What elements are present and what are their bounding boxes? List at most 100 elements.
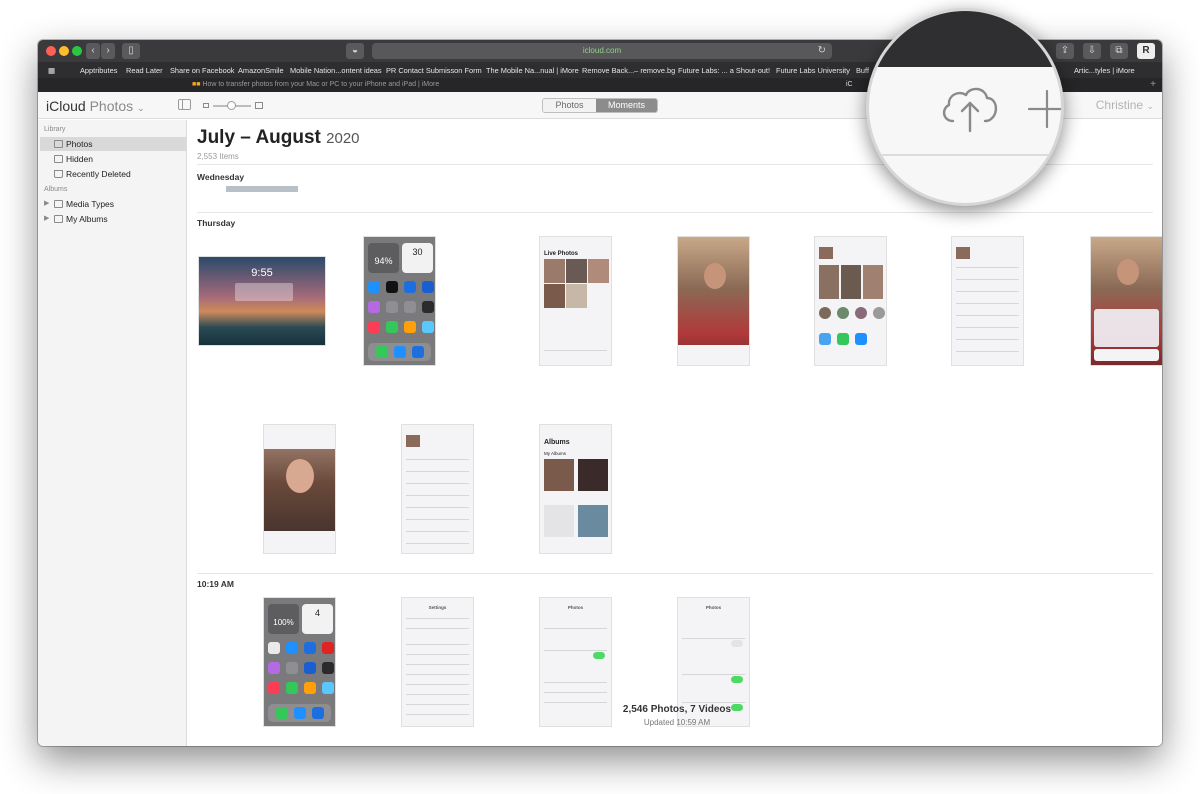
cancel-sheet	[1094, 349, 1159, 361]
sidebar-item-hidden[interactable]: Hidden	[40, 152, 186, 166]
share-target-icon	[873, 307, 885, 319]
photo-thumbnail[interactable]	[401, 424, 474, 554]
photo-thumbnail[interactable]: 100% 4	[263, 597, 336, 727]
bookmark-item[interactable]: PR Contact Submisson Form	[386, 66, 482, 75]
section-time: 10:19 AM	[197, 579, 235, 589]
photo-thumbnail[interactable]: 94% 30	[363, 236, 436, 366]
reload-icon[interactable]: ↻	[818, 43, 826, 59]
photo-cell	[544, 259, 565, 283]
app-icon	[312, 707, 324, 719]
tab-icloud[interactable]: iC	[846, 81, 853, 88]
divider	[197, 212, 1153, 213]
view-segmented-control: Photos Moments	[542, 98, 658, 113]
bookmark-item[interactable]: Apptributes	[80, 66, 117, 75]
sidebar-toggle-button[interactable]: ▯	[122, 43, 140, 59]
settings-row	[406, 714, 469, 715]
bookmark-item[interactable]: Read Later	[126, 66, 163, 75]
tab-photos[interactable]: Photos	[543, 99, 596, 112]
app-icon	[368, 321, 380, 333]
bookmark-item[interactable]: The Mobile Na...nual | iMore	[486, 66, 579, 75]
settings-row	[406, 674, 469, 675]
extension-icon[interactable]: ◒	[346, 43, 364, 59]
selected-photo-card	[956, 247, 970, 259]
sidebar-toggle-icon[interactable]	[178, 99, 191, 110]
menu-row	[956, 315, 1019, 316]
menu-row	[406, 519, 469, 520]
photo-thumbnail[interactable]	[226, 186, 298, 192]
chevron-down-icon: ⌄	[137, 103, 145, 113]
photo-thumbnail[interactable]: 9:55	[198, 256, 326, 346]
bookmark-item[interactable]: Share on Facebook	[170, 66, 235, 75]
new-tab-button[interactable]: +	[1150, 79, 1156, 90]
sidebar-item-recently-deleted[interactable]: Recently Deleted	[40, 167, 186, 181]
tab-imore[interactable]: ■■ How to transfer photos from your Mac …	[192, 81, 439, 88]
settings-row	[682, 638, 745, 639]
album-cover	[578, 459, 608, 491]
address-bar[interactable]: icloud.com ↻	[372, 43, 832, 59]
magnifier-callout	[866, 8, 1064, 206]
downloads-icon[interactable]: ⇩	[1083, 43, 1101, 59]
share-target-icon	[819, 307, 831, 319]
back-button[interactable]: ‹	[86, 43, 100, 59]
zoom-slider[interactable]	[203, 101, 263, 110]
app-icon	[322, 662, 334, 674]
photo-thumbnail[interactable]	[263, 424, 336, 554]
library-heading: Library	[44, 126, 66, 133]
bookmark-item[interactable]: Remove Back...– remove.bg	[582, 66, 675, 75]
close-window-icon[interactable]	[46, 46, 56, 56]
forward-button[interactable]: ›	[101, 43, 115, 59]
sidebar-item-media-types[interactable]: ▶ Media Types	[40, 197, 186, 211]
brand-sub: Photos	[89, 98, 134, 114]
app-icon	[286, 642, 298, 654]
photo-strip	[264, 531, 335, 553]
user-menu[interactable]: Christine ⌄	[1096, 98, 1154, 112]
sidebar-item-label: Photos	[66, 139, 93, 149]
tab-moments[interactable]: Moments	[596, 99, 657, 112]
photos-settings-title: Photos	[705, 605, 722, 610]
upload-cloud-icon[interactable]	[939, 81, 1001, 133]
photo-thumbnail[interactable]: Settings	[401, 597, 474, 727]
profile-icon[interactable]: R	[1137, 43, 1155, 59]
bookmarks-grid-icon[interactable]: ▦	[48, 66, 55, 75]
photo-grid-area: July – August 2020 2,553 Items Wednesday…	[188, 120, 1162, 746]
bookmark-item[interactable]: Mobile Nation...ontent ideas	[290, 66, 382, 75]
photo-thumbnail[interactable]	[677, 236, 750, 366]
tabs-overview-icon[interactable]: ⧉	[1110, 43, 1128, 59]
disclosure-triangle-icon[interactable]: ▶	[44, 214, 49, 222]
bookmark-item[interactable]: Buff	[856, 66, 869, 75]
sidebar-item-my-albums[interactable]: ▶ My Albums	[40, 212, 186, 226]
zoom-knob[interactable]	[227, 101, 236, 110]
photo-thumbnail[interactable]: Albums My Albums	[539, 424, 612, 554]
photo-cell	[566, 259, 587, 283]
minimize-window-icon[interactable]	[59, 46, 69, 56]
settings-row	[682, 702, 745, 703]
app-icon	[404, 281, 416, 293]
app-icon	[422, 321, 434, 333]
disclosure-triangle-icon[interactable]: ▶	[44, 199, 49, 207]
bookmark-item[interactable]: Future Labs: ... a Shout-out!	[678, 66, 770, 75]
photo-thumbnail[interactable]	[814, 236, 887, 366]
chevron-down-icon: ⌄	[1146, 101, 1154, 111]
bookmark-item[interactable]: AmazonSmile	[238, 66, 284, 75]
maximize-window-icon[interactable]	[72, 46, 82, 56]
toggle-on	[731, 676, 743, 683]
app-icon	[404, 321, 416, 333]
settings-row	[406, 694, 469, 695]
settings-row	[544, 692, 607, 693]
photo-cell	[588, 259, 609, 283]
bookmark-item[interactable]: Future Labs University	[776, 66, 850, 75]
photo-thumbnail[interactable]	[1090, 236, 1162, 366]
app-brand[interactable]: iCloud Photos ⌄	[46, 98, 145, 114]
add-icon[interactable]	[1027, 89, 1064, 129]
photo-thumbnail[interactable]: Live Photos	[539, 236, 612, 366]
app-icon	[268, 662, 280, 674]
settings-row	[682, 674, 745, 675]
app-icon	[322, 682, 334, 694]
sidebar-item-photos[interactable]: Photos	[40, 137, 186, 151]
bookmark-item[interactable]: Artic...tyles | iMore	[1074, 66, 1135, 75]
user-name: Christine	[1095, 98, 1144, 112]
photo-face	[704, 263, 726, 289]
photo-thumbnail[interactable]	[951, 236, 1024, 366]
app-icon	[368, 301, 380, 313]
photo-thumbnail[interactable]: Photos	[539, 597, 612, 727]
